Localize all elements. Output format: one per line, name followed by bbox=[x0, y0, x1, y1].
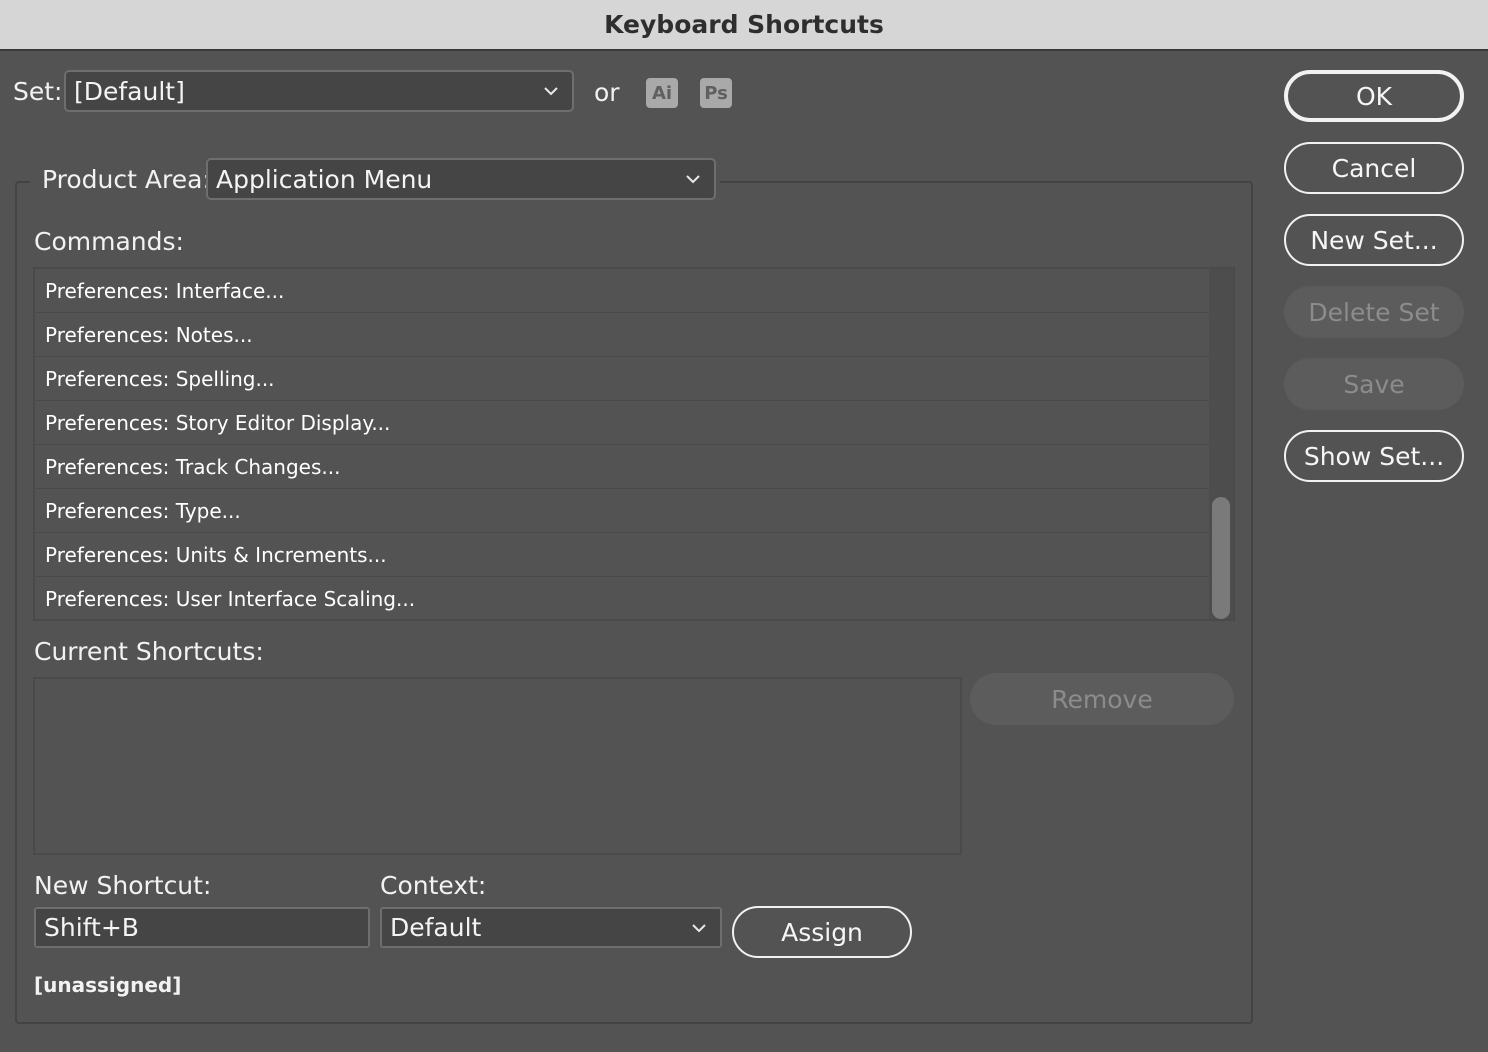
set-label: Set: bbox=[13, 77, 63, 106]
show-set-button[interactable]: Show Set... bbox=[1284, 430, 1464, 482]
context-value: Default bbox=[390, 913, 482, 942]
new-set-button[interactable]: New Set... bbox=[1284, 214, 1464, 266]
chevron-down-icon bbox=[684, 918, 714, 938]
cancel-button[interactable]: Cancel bbox=[1284, 142, 1464, 194]
new-shortcut-input[interactable]: Shift+B bbox=[34, 907, 370, 948]
chevron-down-icon bbox=[678, 169, 708, 189]
list-item[interactable]: Preferences: Interface... bbox=[35, 269, 1212, 313]
commands-scrollbar[interactable] bbox=[1209, 269, 1233, 619]
list-item[interactable]: Preferences: Track Changes... bbox=[35, 445, 1212, 489]
product-area-dropdown[interactable]: Application Menu bbox=[206, 158, 716, 200]
list-item[interactable]: Preferences: User Interface Scaling... bbox=[35, 577, 1212, 619]
commands-label: Commands: bbox=[34, 227, 184, 256]
context-dropdown[interactable]: Default bbox=[380, 907, 722, 948]
scrollbar-thumb[interactable] bbox=[1212, 497, 1230, 619]
set-dropdown-value: [Default] bbox=[74, 76, 185, 106]
list-item[interactable]: Preferences: Notes... bbox=[35, 313, 1212, 357]
title-bar: Keyboard Shortcuts bbox=[0, 0, 1488, 51]
current-shortcuts-list[interactable] bbox=[33, 677, 962, 855]
commands-list[interactable]: Preferences: Interface... Preferences: N… bbox=[33, 267, 1235, 621]
ok-button[interactable]: OK bbox=[1284, 70, 1464, 122]
shortcut-status-text: [unassigned] bbox=[34, 973, 182, 997]
current-shortcuts-label: Current Shortcuts: bbox=[34, 637, 264, 666]
or-label: or bbox=[594, 78, 620, 107]
illustrator-set-button[interactable]: Ai bbox=[646, 78, 678, 108]
list-item[interactable]: Preferences: Story Editor Display... bbox=[35, 401, 1212, 445]
product-area-value: Application Menu bbox=[216, 164, 433, 194]
chevron-down-icon bbox=[536, 81, 566, 101]
delete-set-button[interactable]: Delete Set bbox=[1284, 286, 1464, 338]
new-shortcut-label: New Shortcut: bbox=[34, 871, 212, 900]
product-area-label: Product Area: bbox=[42, 165, 211, 194]
list-item[interactable]: Preferences: Type... bbox=[35, 489, 1212, 533]
window-title: Keyboard Shortcuts bbox=[604, 10, 884, 39]
list-item[interactable]: Preferences: Spelling... bbox=[35, 357, 1212, 401]
context-label: Context: bbox=[380, 871, 487, 900]
list-item[interactable]: Preferences: Units & Increments... bbox=[35, 533, 1212, 577]
new-shortcut-value: Shift+B bbox=[44, 913, 139, 942]
assign-button[interactable]: Assign bbox=[732, 906, 912, 958]
save-button[interactable]: Save bbox=[1284, 358, 1464, 410]
remove-button[interactable]: Remove bbox=[970, 673, 1234, 725]
photoshop-set-button[interactable]: Ps bbox=[700, 78, 732, 108]
set-dropdown[interactable]: [Default] bbox=[64, 70, 574, 112]
